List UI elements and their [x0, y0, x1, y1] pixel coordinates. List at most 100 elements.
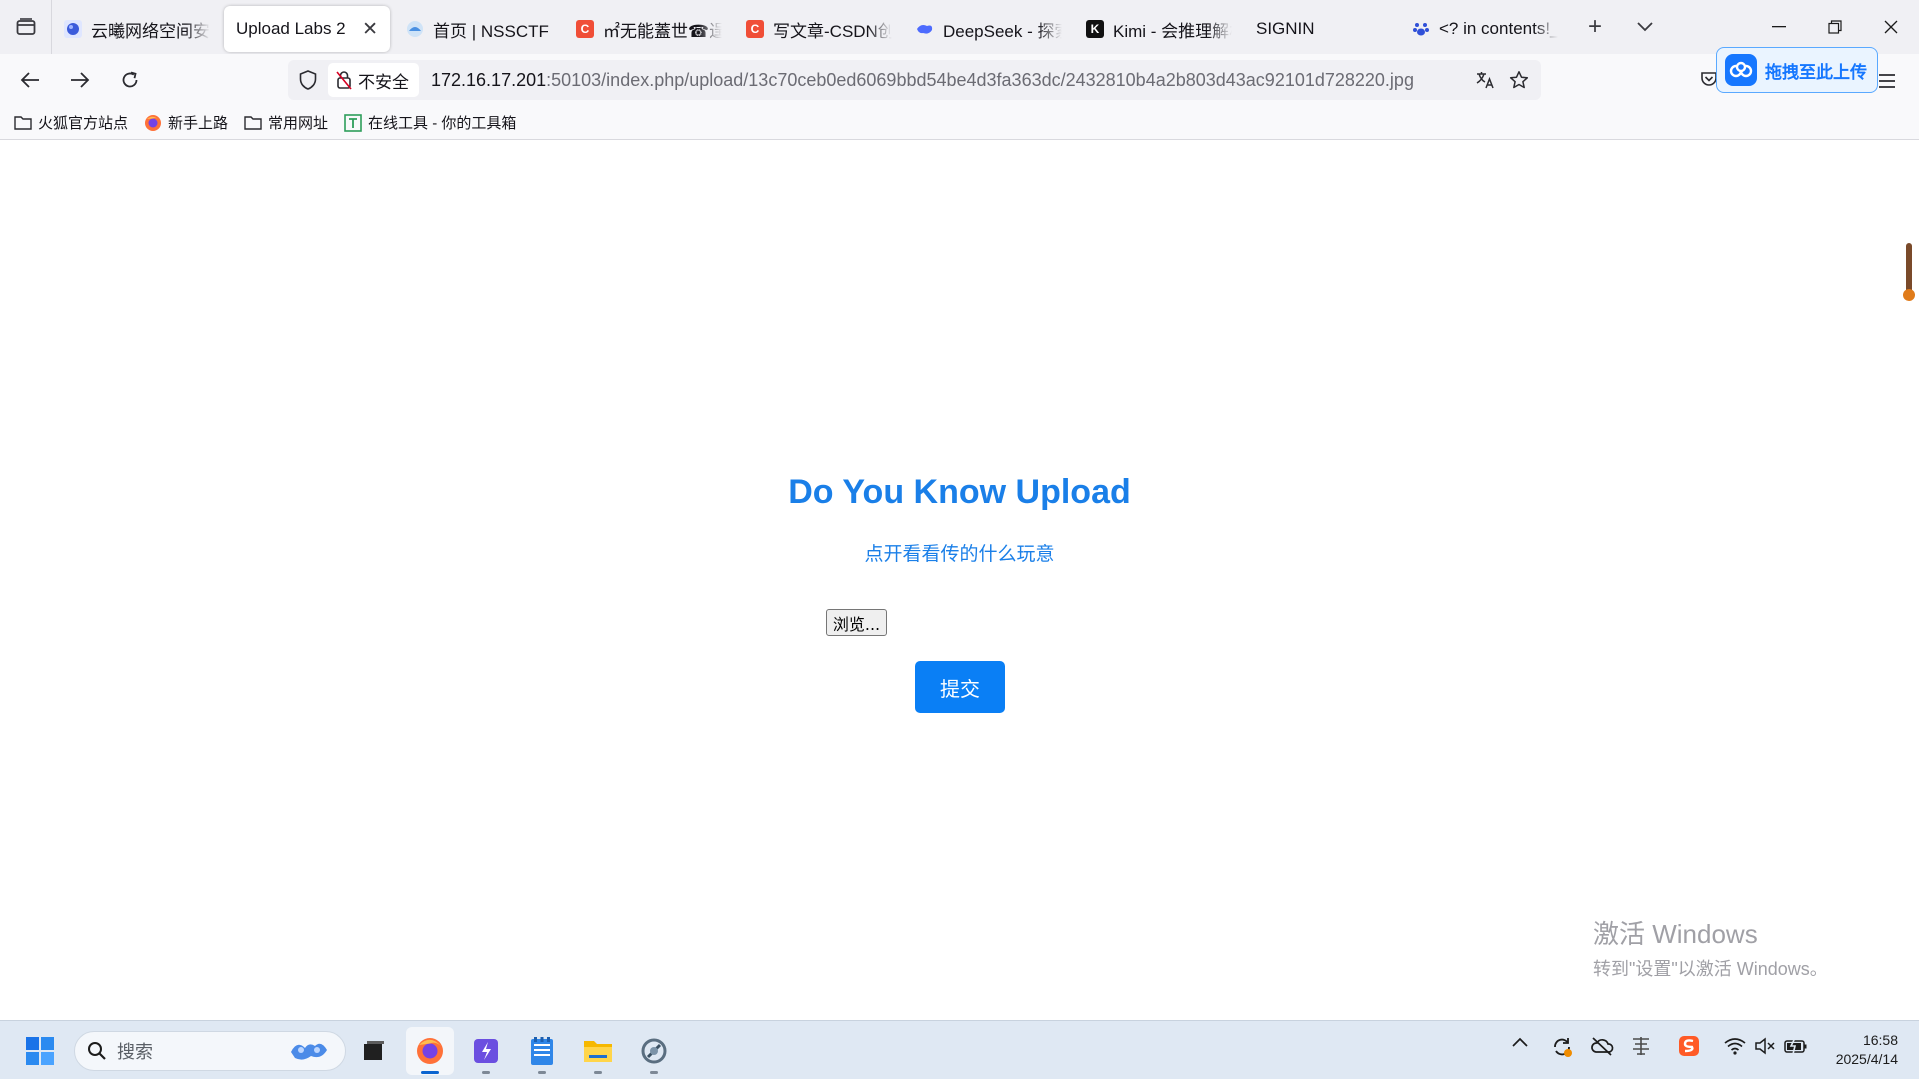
app-menu-button[interactable]: [1878, 68, 1896, 96]
tab-title: 首页 | NSSCTF: [433, 21, 549, 41]
sync-icon: [1554, 1038, 1572, 1057]
cloud-offline-icon: [1591, 1037, 1614, 1056]
address-bar[interactable]: 不安全 172.16.17.201:50103/index.php/upload…: [288, 60, 1541, 100]
tray-app[interactable]: [1630, 1035, 1652, 1057]
upload-drop-label: 拖拽至此上传: [1765, 62, 1867, 82]
tab-overview-button[interactable]: [0, 0, 52, 54]
cloud-icon: [1725, 54, 1757, 86]
running-indicator: [594, 1071, 602, 1074]
csdn-icon: C: [576, 20, 594, 38]
baidu-netdisk-upload-button[interactable]: 拖拽至此上传: [1716, 47, 1878, 93]
tab-csdn-2[interactable]: C 写文章-CSDN创作: [734, 6, 904, 52]
file-explorer-icon: [584, 1041, 612, 1062]
arrow-left-icon: [20, 72, 39, 88]
tab-title: DeepSeek - 探索: [943, 21, 1062, 41]
tray-sync[interactable]: [1550, 1035, 1574, 1059]
translate-icon[interactable]: [1475, 70, 1495, 90]
url-host: 172.16.17.201: [431, 69, 547, 90]
clock-time: 16:58: [1862, 1032, 1898, 1048]
deepseek-icon: [916, 20, 934, 38]
lock-strikethrough-icon: [336, 71, 352, 90]
tab-contents[interactable]: <? in contents!_: [1400, 6, 1570, 52]
navigation-toolbar: 不安全 172.16.17.201:50103/index.php/upload…: [0, 54, 1919, 106]
tools-icon: [344, 113, 362, 132]
connection-insecure-badge[interactable]: 不安全: [328, 63, 419, 97]
taskbar-file-explorer[interactable]: [574, 1027, 622, 1075]
volume-muted-icon: [1755, 1037, 1775, 1055]
tray-volume[interactable]: [1754, 1037, 1776, 1055]
tab-deepseek[interactable]: DeepSeek - 探索: [904, 6, 1074, 52]
bookmark-firefox-official[interactable]: 火狐官方站点: [14, 112, 128, 133]
system-clock[interactable]: 16:58 2025/4/14: [1812, 1031, 1898, 1069]
tab-list-icon: [16, 18, 35, 35]
forward-button[interactable]: [58, 58, 102, 102]
bookmark-label: 新手上路: [168, 115, 229, 132]
tray-battery[interactable]: [1784, 1037, 1808, 1055]
watermark-line-1: 激活 Windows: [1593, 919, 1758, 949]
nssctf-icon: [406, 20, 424, 38]
restore-button[interactable]: [1807, 0, 1863, 54]
shield-icon: [299, 70, 317, 90]
tracking-protection-button[interactable]: [288, 70, 328, 90]
bookmarks-toolbar: 火狐官方站点 新手上路 常用网址 在线工具 - 你的工具箱: [0, 106, 1919, 140]
tab-nssctf[interactable]: 首页 | NSSCTF: [394, 6, 564, 52]
bookmark-label: 常用网址: [268, 115, 329, 132]
page-subtitle: 点开看看传的什么玩意: [864, 544, 1055, 565]
windows-start-icon: [26, 1037, 54, 1065]
search-icon: [88, 1042, 106, 1060]
kimi-icon: K: [1086, 20, 1104, 38]
tab-upload-labs[interactable]: Upload Labs 2 ✕: [224, 6, 390, 52]
tab-kimi[interactable]: K Kimi - 会推理解析: [1074, 6, 1244, 52]
bookmark-getting-started[interactable]: 新手上路: [144, 112, 228, 133]
search-placeholder: 搜索: [117, 1042, 153, 1062]
tab-title: <? in contents!_: [1439, 19, 1558, 38]
tab-close-icon[interactable]: ✕: [348, 18, 378, 41]
tab-title: Kimi - 会推理解析: [1113, 21, 1232, 41]
tab-title: ㎡无能蓋世☎逞何: [603, 21, 722, 41]
new-tab-button[interactable]: +: [1570, 0, 1620, 54]
taskbar-network-tool[interactable]: [630, 1027, 678, 1075]
taskbar-task-view[interactable]: [350, 1027, 398, 1075]
tray-onedrive[interactable]: [1590, 1036, 1614, 1056]
tab-title: SIGNIN: [1256, 19, 1315, 38]
tab-csdn-1[interactable]: C ㎡无能蓋世☎逞何: [564, 6, 734, 52]
watermark-line-2: 转到"设置"以激活 Windows。: [1593, 959, 1828, 979]
url-text[interactable]: 172.16.17.201:50103/index.php/upload/13c…: [431, 70, 1414, 91]
taskbar-firefox[interactable]: [406, 1027, 454, 1075]
tab-title: 写文章-CSDN创作: [773, 21, 892, 41]
notepad-icon: [531, 1037, 553, 1065]
submit-button[interactable]: 提交: [915, 661, 1005, 713]
close-window-button[interactable]: [1863, 0, 1919, 54]
sogou-input-icon: [1679, 1036, 1699, 1056]
tab-title: Upload Labs 2: [236, 19, 346, 38]
tab-title: 云曦网络空间安全: [91, 21, 210, 41]
scrollbar-thumb[interactable]: [1906, 243, 1912, 295]
taskbar-search-box[interactable]: 搜索: [74, 1031, 346, 1071]
security-label: 不安全: [358, 72, 409, 92]
bookmark-online-tools[interactable]: 在线工具 - 你的工具箱: [344, 112, 516, 133]
tray-overflow-button[interactable]: [1512, 1037, 1528, 1047]
running-indicator: [482, 1071, 490, 1074]
taskbar-visual-studio[interactable]: [462, 1027, 510, 1075]
minimize-button[interactable]: [1751, 0, 1807, 54]
file-browse-button[interactable]: 浏览...: [826, 609, 887, 636]
task-view-icon: [364, 1041, 384, 1060]
bookmark-common-sites[interactable]: 常用网址: [244, 112, 328, 133]
back-button[interactable]: [8, 58, 52, 102]
folder-icon: [244, 115, 262, 130]
reload-icon: [122, 71, 138, 88]
tray-sogou-ime[interactable]: [1678, 1035, 1700, 1057]
tab-strip: 云曦网络空间安全 Upload Labs 2 ✕ 首页 | NSSCTF C ㎡…: [0, 0, 1919, 54]
tab-signin[interactable]: SIGNIN: [1244, 6, 1394, 52]
taskbar-notepad[interactable]: [518, 1027, 566, 1075]
bookmark-star-icon[interactable]: [1509, 70, 1529, 90]
start-button[interactable]: [16, 1027, 64, 1075]
wifi-icon: [1724, 1038, 1746, 1055]
tab-yunxi[interactable]: 云曦网络空间安全: [52, 6, 222, 52]
tray-wifi[interactable]: [1724, 1037, 1746, 1055]
list-all-tabs-button[interactable]: [1620, 0, 1670, 54]
reload-button[interactable]: [108, 58, 152, 102]
app-tray-icon: [1633, 1037, 1649, 1055]
visual-studio-icon: [474, 1039, 498, 1063]
folder-icon: [14, 115, 32, 130]
